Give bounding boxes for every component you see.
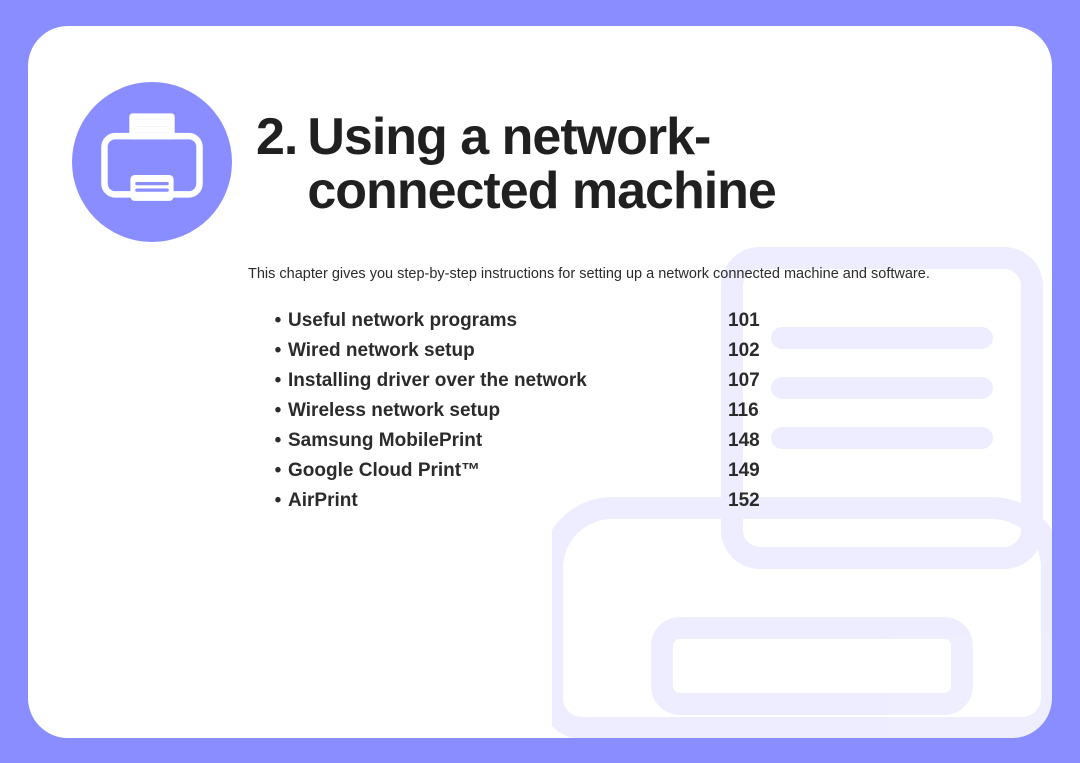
chapter-header: 2. Using a network-connected machine: [72, 82, 1008, 242]
toc-item[interactable]: • Google Cloud Print™ 149: [268, 456, 828, 486]
toc-label: Installing driver over the network: [288, 366, 728, 396]
bullet-icon: •: [268, 426, 288, 456]
table-of-contents: • Useful network programs 101 • Wired ne…: [268, 306, 828, 516]
toc-item[interactable]: • Wireless network setup 116: [268, 396, 828, 426]
toc-item[interactable]: • Installing driver over the network 107: [268, 366, 828, 396]
chapter-title-block: 2. Using a network-connected machine: [256, 82, 947, 219]
bullet-icon: •: [268, 396, 288, 426]
document-page: 2. Using a network-connected machine Thi…: [28, 26, 1052, 738]
toc-label: Samsung MobilePrint: [288, 426, 728, 456]
bullet-icon: •: [268, 306, 288, 336]
toc-label: Wired network setup: [288, 336, 728, 366]
bullet-icon: •: [268, 336, 288, 366]
toc-label: Wireless network setup: [288, 396, 728, 426]
toc-label: Google Cloud Print™: [288, 456, 728, 486]
toc-page: 101: [728, 306, 788, 336]
bullet-icon: •: [268, 456, 288, 486]
toc-page: 149: [728, 456, 788, 486]
chapter-number: 2.: [256, 110, 297, 219]
toc-label: Useful network programs: [288, 306, 728, 336]
toc-page: 148: [728, 426, 788, 456]
toc-label: AirPrint: [288, 486, 728, 516]
toc-item[interactable]: • Useful network programs 101: [268, 306, 828, 336]
bullet-icon: •: [268, 486, 288, 516]
chapter-subtitle: This chapter gives you step-by-step inst…: [248, 266, 992, 282]
printer-icon: [72, 82, 232, 242]
toc-page: 107: [728, 366, 788, 396]
toc-item[interactable]: • Wired network setup 102: [268, 336, 828, 366]
toc-page: 152: [728, 486, 788, 516]
toc-item[interactable]: • AirPrint 152: [268, 486, 828, 516]
chapter-title: Using a network-connected machine: [307, 110, 947, 219]
toc-item[interactable]: • Samsung MobilePrint 148: [268, 426, 828, 456]
toc-page: 102: [728, 336, 788, 366]
toc-page: 116: [728, 396, 788, 426]
bullet-icon: •: [268, 366, 288, 396]
